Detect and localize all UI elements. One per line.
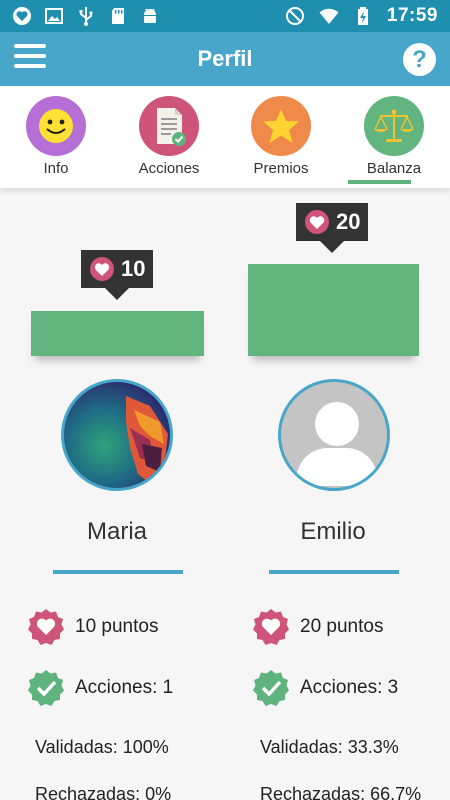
- active-tab-indicator: [348, 180, 411, 184]
- image-icon: [45, 8, 63, 24]
- avatar-emilio: [278, 379, 390, 491]
- smiley-icon: [39, 109, 73, 143]
- tab-balanza[interactable]: Balanza: [339, 96, 449, 177]
- status-time: 17:59: [386, 5, 438, 26]
- balance-scale-icon: [374, 109, 414, 142]
- heart-badge-icon: [305, 210, 329, 234]
- tab-bar: Info Acciones Premios Balanza: [0, 86, 450, 188]
- acciones-stat-emilio: Acciones: 3: [252, 669, 398, 707]
- tab-info-label: Info: [43, 160, 69, 177]
- tab-balanza-circle: [364, 96, 424, 156]
- check-badge-icon: [28, 670, 64, 706]
- android-icon: [144, 8, 156, 23]
- default-user-avatar-icon: [295, 402, 379, 486]
- points-tag-maria: 10: [81, 250, 154, 300]
- user-name-emilio: Emilio: [300, 518, 366, 545]
- points-text-maria: 10 puntos: [75, 616, 159, 637]
- acciones-text-emilio: Acciones: 3: [300, 677, 399, 698]
- tab-acciones-label: Acciones: [138, 160, 200, 177]
- acciones-text-maria: Acciones: 1: [75, 677, 174, 698]
- points-stat-maria: 10 puntos: [27, 608, 158, 646]
- battery-charging-icon: [357, 7, 368, 25]
- heart-badge-icon: [28, 609, 64, 645]
- tab-premios-circle: [251, 96, 311, 156]
- tab-premios[interactable]: Premios: [226, 96, 336, 177]
- wifi-icon: [319, 8, 339, 24]
- name-underline-maria: [53, 570, 183, 574]
- balance-bar-maria: [31, 311, 204, 356]
- points-text-emilio: 20 puntos: [300, 616, 384, 637]
- points-value-maria: 10: [121, 256, 146, 281]
- heart-badge-icon: [253, 609, 289, 645]
- balance-bar-emilio: [248, 264, 419, 356]
- points-value-emilio: 20: [336, 209, 361, 234]
- validadas-text-emilio: Validadas: 33.3%: [260, 737, 399, 757]
- acciones-stat-maria: Acciones: 1: [27, 669, 173, 707]
- usb-icon: [79, 7, 93, 26]
- points-stat-emilio: 20 puntos: [252, 608, 383, 646]
- do-not-disturb-icon: [285, 7, 304, 25]
- tab-acciones-circle: [139, 96, 199, 156]
- star-icon: [263, 109, 299, 143]
- rechazadas-text-emilio: Rechazadas: 66.7%: [260, 784, 422, 800]
- app-notification-icon: [13, 7, 31, 25]
- help-button[interactable]: ?: [403, 43, 436, 76]
- user-name-maria: Maria: [86, 518, 147, 545]
- points-tag-emilio: 20: [296, 203, 369, 253]
- validadas-text-maria: Validadas: 100%: [35, 737, 169, 757]
- tab-info[interactable]: Info: [1, 96, 111, 177]
- rechazadas-text-maria: Rechazadas: 0%: [35, 784, 172, 800]
- document-check-icon: [157, 108, 186, 146]
- tab-acciones[interactable]: Acciones: [114, 96, 224, 177]
- sd-card-icon: [112, 8, 124, 24]
- page-title: Perfil: [197, 46, 253, 71]
- name-underline-emilio: [269, 570, 399, 574]
- tab-info-circle: [26, 96, 86, 156]
- avatar-maria-art: [126, 396, 168, 482]
- tab-premios-label: Premios: [253, 160, 309, 177]
- tab-balanza-label: Balanza: [366, 160, 422, 177]
- status-bar: 17:59: [0, 0, 450, 32]
- check-badge-icon: [253, 670, 289, 706]
- heart-badge-icon: [90, 257, 114, 281]
- avatar-maria: [61, 379, 173, 491]
- app-bar: Perfil ?: [0, 32, 450, 86]
